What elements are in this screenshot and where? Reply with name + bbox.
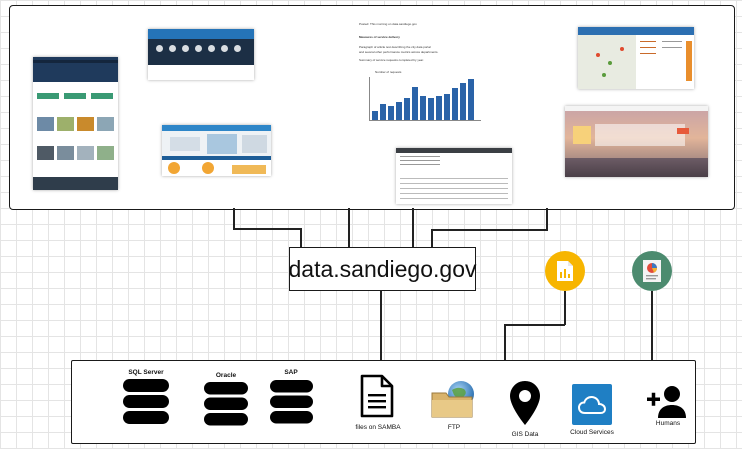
samba-label: files on SAMBA bbox=[355, 424, 401, 431]
sap-label: SAP bbox=[284, 369, 298, 376]
connector-line bbox=[546, 208, 548, 230]
connector-line bbox=[300, 228, 302, 248]
connector-line bbox=[564, 291, 566, 325]
report-document-icon bbox=[632, 251, 672, 291]
add-person-icon bbox=[646, 385, 688, 424]
connector-line bbox=[651, 291, 653, 360]
cloud-services-label: Cloud Services bbox=[570, 429, 614, 436]
connector-line bbox=[504, 324, 565, 326]
connector-line bbox=[504, 324, 506, 360]
humans-label: Humans bbox=[655, 420, 681, 427]
performance-dashboard-screenshot bbox=[148, 29, 254, 80]
ftp-folder-globe-icon bbox=[430, 379, 478, 424]
connector-line bbox=[412, 208, 414, 248]
gis-label: GIS Data bbox=[511, 431, 539, 438]
portal-homepage-screenshot bbox=[33, 57, 118, 190]
cloud-services-icon bbox=[572, 384, 612, 425]
database-icon bbox=[270, 380, 313, 429]
connector-line bbox=[380, 290, 382, 360]
connector-line bbox=[348, 208, 350, 248]
document-icon bbox=[360, 374, 394, 423]
database-icon bbox=[204, 382, 248, 431]
data-portal-label: data.sandiego.gov bbox=[288, 255, 477, 282]
connector-line bbox=[431, 229, 433, 248]
connector-line bbox=[431, 229, 548, 231]
sql-server-label: SQL Server bbox=[128, 369, 164, 376]
blog-post-chart-screenshot: Posted: This morning on data.sandiego.go… bbox=[355, 15, 488, 126]
ftp-label: FTP bbox=[447, 424, 461, 431]
map-pin-icon bbox=[509, 380, 541, 431]
map-app-screenshot bbox=[578, 27, 694, 89]
city-landing-page-screenshot bbox=[565, 106, 708, 177]
data-table-screenshot bbox=[396, 148, 512, 204]
data-portal-node: data.sandiego.gov bbox=[288, 247, 477, 291]
map-dashboard-screenshot bbox=[162, 125, 271, 176]
oracle-label: Oracle bbox=[215, 372, 237, 379]
connector-line bbox=[233, 228, 301, 230]
google-sheets-icon bbox=[545, 251, 585, 291]
database-icon bbox=[123, 379, 169, 429]
connector-line bbox=[233, 208, 235, 229]
